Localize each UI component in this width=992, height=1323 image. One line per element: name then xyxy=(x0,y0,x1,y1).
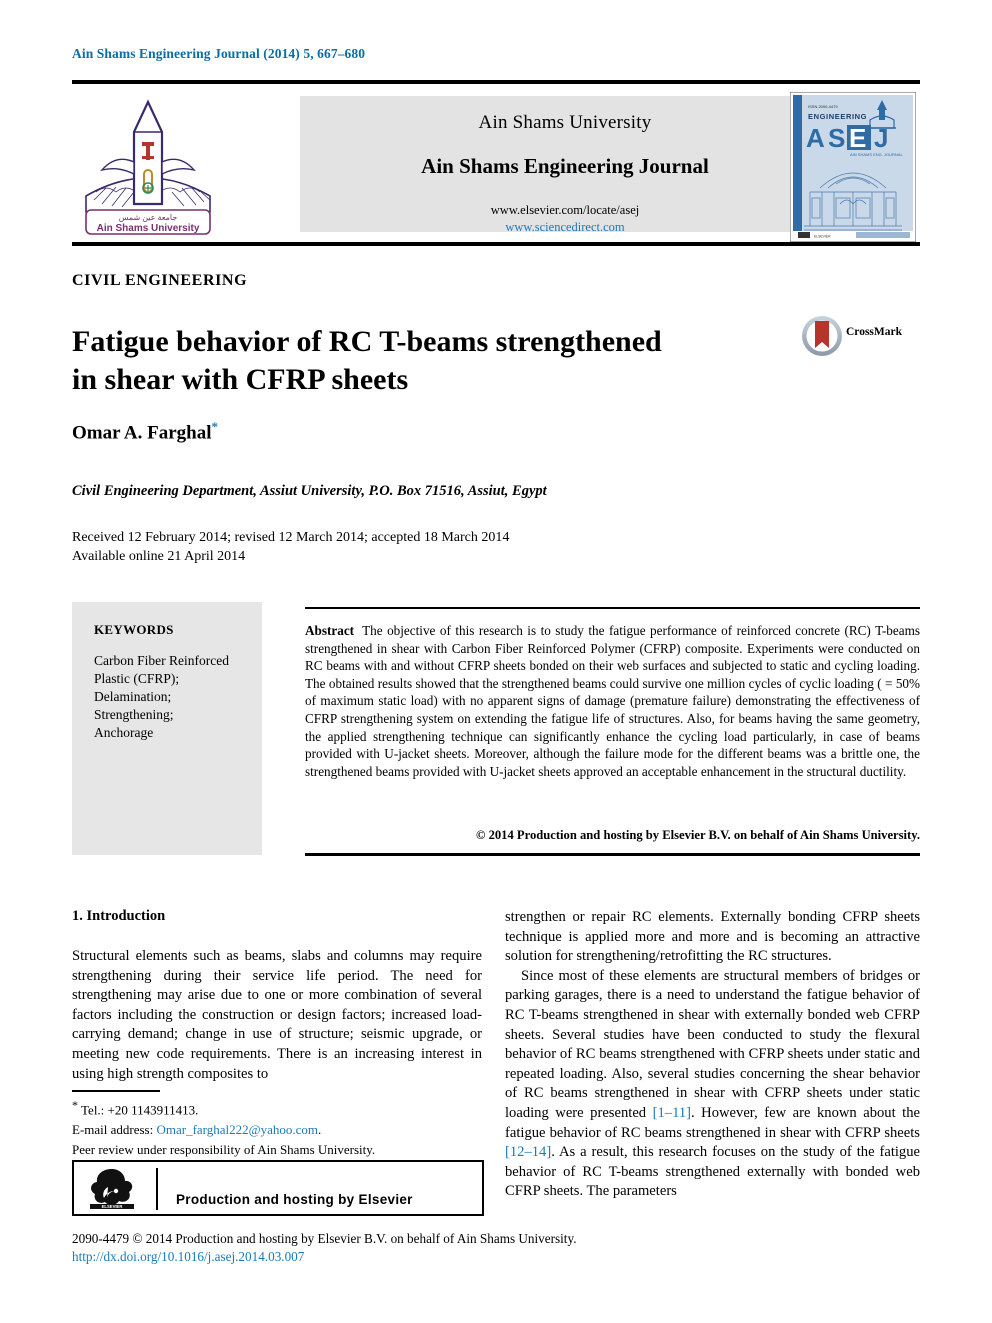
banner-sciencedirect-url[interactable]: www.sciencedirect.com xyxy=(300,220,830,235)
article-dates: Received 12 February 2014; revised 12 Ma… xyxy=(72,528,509,566)
title-line-1: Fatigue behavior of RC T-beams strengthe… xyxy=(72,325,662,359)
elsevier-production-box: ELSEVIER Production and hosting by Elsev… xyxy=(72,1160,484,1216)
keyword-item: Plastic (CFRP); xyxy=(94,671,180,686)
banner-university-name: Ain Shams University xyxy=(478,112,652,133)
abstract-top-rule xyxy=(305,607,920,609)
keyword-item: Carbon Fiber Reinforced xyxy=(94,653,229,668)
abstract-bottom-rule xyxy=(305,853,920,856)
svg-text:E: E xyxy=(849,123,866,153)
dates-received-line: Received 12 February 2014; revised 12 Ma… xyxy=(72,530,510,545)
footnote-marker: * xyxy=(72,1098,78,1112)
author-affiliation: Civil Engineering Department, Assiut Uni… xyxy=(72,483,547,499)
svg-text:ELSEVIER: ELSEVIER xyxy=(814,235,831,239)
keywords-heading: KEYWORDS xyxy=(94,622,174,637)
journal-banner-center: Ain Shams University Ain Shams Engineeri… xyxy=(300,96,830,235)
intro-paragraph-right-2: Since most of these elements are structu… xyxy=(505,967,920,1202)
title-line-2: in shear with CFRP sheets xyxy=(72,363,409,397)
svg-text:A: A xyxy=(806,123,825,153)
keywords-panel: KEYWORDS Carbon Fiber Reinforced Plastic… xyxy=(72,602,262,855)
intro-paragraph-left: Structural elements such as beams, slabs… xyxy=(72,948,482,1082)
keyword-item: Strengthening; xyxy=(94,707,174,722)
citation-link-1[interactable]: [1–11] xyxy=(653,1105,691,1121)
article-section-label: CIVIL ENGINEERING xyxy=(72,272,248,289)
dates-online-line: Available online 21 April 2014 xyxy=(72,549,246,564)
svg-text:ENGINEERING: ENGINEERING xyxy=(808,112,867,121)
footer-copyright-line: 2090-4479 © 2014 Production and hosting … xyxy=(72,1231,577,1246)
footnote-tel-text: Tel.: +20 1143911413. xyxy=(81,1102,199,1118)
footnote-peer-review: Peer review under responsibility of Ain … xyxy=(72,1142,376,1158)
elsevier-production-text: Production and hosting by Elsevier xyxy=(176,1192,413,1207)
header-top-rule xyxy=(72,80,920,84)
svg-text:AIN SHAMS ENG. JOURNAL: AIN SHAMS ENG. JOURNAL xyxy=(850,152,903,157)
abstract-label: Abstract xyxy=(305,623,355,638)
citation-link-2[interactable]: [12–14] xyxy=(505,1144,551,1160)
author-name: Omar A. Farghal* xyxy=(72,419,218,444)
footer-copyright-block: 2090-4479 © 2014 Production and hosting … xyxy=(72,1230,672,1266)
author-label: Omar A. Farghal xyxy=(72,422,212,444)
section-heading-introduction: 1. Introduction xyxy=(72,908,166,924)
banner-journal-name: Ain Shams Engineering Journal xyxy=(421,154,709,178)
abstract-block: Abstract The objective of this research i… xyxy=(305,622,920,780)
para-segment-a: Since most of these elements are structu… xyxy=(505,967,920,1121)
elsevier-box-divider xyxy=(156,1168,158,1210)
journal-banner: جامعة عين شمس Ain Shams University Ain S… xyxy=(72,90,920,243)
svg-text:Ain Shams University: Ain Shams University xyxy=(97,223,200,234)
banner-elsevier-url[interactable]: www.elsevier.com/locate/asej xyxy=(300,203,830,218)
header-bottom-rule xyxy=(72,242,920,246)
crossmark-badge[interactable]: CrossMark xyxy=(800,314,912,358)
footer-doi-link[interactable]: http://dx.doi.org/10.1016/j.asej.2014.03… xyxy=(72,1248,672,1266)
email-link[interactable]: Omar_farghal222@yahoo.com xyxy=(156,1122,318,1137)
article-page: Ain Shams Engineering Journal (2014) 5, … xyxy=(0,0,992,1323)
footnote-email: E-mail address: Omar_farghal222@yahoo.co… xyxy=(72,1122,322,1138)
abstract-text: The objective of this research is to stu… xyxy=(305,623,920,779)
intro-paragraph-right-1: strengthen or repair RC elements. Extern… xyxy=(505,909,920,965)
page-title: Fatigue behavior of RC T-beams strengthe… xyxy=(72,323,762,399)
body-column-left: 1. Introduction Structural elements such… xyxy=(72,908,482,1084)
keywords-list: Carbon Fiber Reinforced Plastic (CFRP); … xyxy=(94,652,246,742)
abstract-copyright: © 2014 Production and hosting by Elsevie… xyxy=(476,828,920,842)
keyword-item: Anchorage xyxy=(94,725,154,740)
footnote-block: * Tel.: +20 1143911413. E-mail address: … xyxy=(72,1095,492,1160)
crossmark-label: CrossMark xyxy=(846,326,903,338)
svg-text:ELSEVIER: ELSEVIER xyxy=(102,1204,123,1209)
ain-shams-university-logo-icon: جامعة عين شمس Ain Shams University xyxy=(72,92,224,236)
journal-cover-thumbnail: ISSN 2090-4479 ENGINEERING A S E J AIN S… xyxy=(789,91,917,243)
para-segment-c: . As a result, this research focuses on … xyxy=(505,1144,920,1200)
body-column-right: strengthen or repair RC elements. Extern… xyxy=(505,908,920,1202)
keyword-item: Delamination; xyxy=(94,689,172,704)
svg-text:ISSN 2090-4479: ISSN 2090-4479 xyxy=(808,104,838,109)
email-label: E-mail address: xyxy=(72,1122,154,1138)
footnote-rule xyxy=(72,1090,160,1092)
footnote-tel: * Tel.: +20 1143911413. xyxy=(72,1095,492,1120)
svg-text:جامعة عين شمس: جامعة عين شمس xyxy=(119,213,178,222)
svg-text:S: S xyxy=(828,123,845,153)
running-head: Ain Shams Engineering Journal (2014) 5, … xyxy=(72,46,366,61)
elsevier-tree-logo-icon: ELSEVIER xyxy=(86,1167,138,1211)
svg-text:J: J xyxy=(874,123,888,153)
corresponding-author-marker: * xyxy=(211,419,219,434)
